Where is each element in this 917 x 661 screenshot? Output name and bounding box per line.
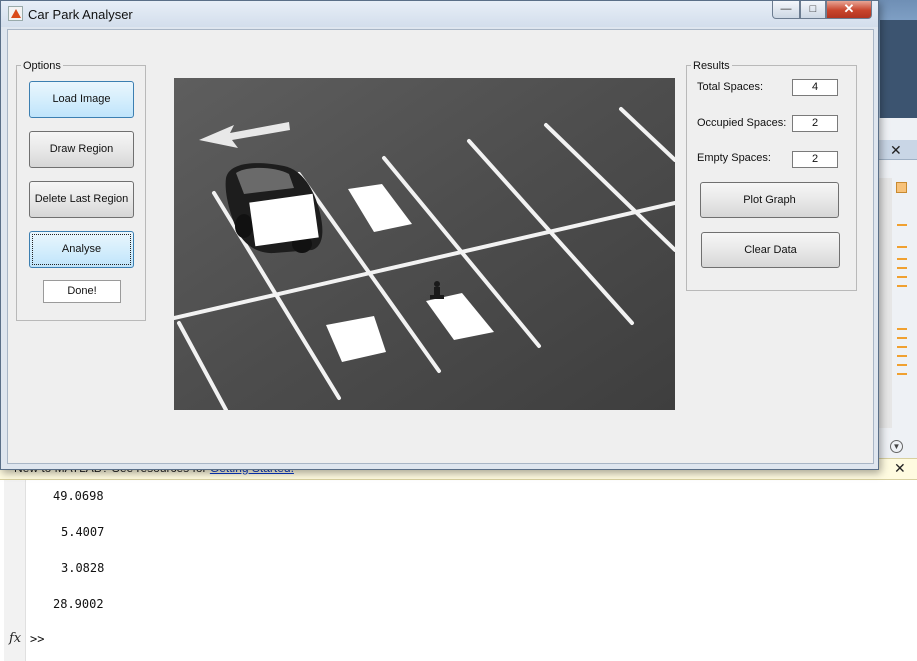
- figure-client-area: Options Load Image Draw Region Delete La…: [7, 29, 874, 464]
- warning-marker: [896, 182, 907, 193]
- output-line: 49.0698: [53, 489, 104, 503]
- window-title: Car Park Analyser: [28, 7, 133, 22]
- title-bar[interactable]: Car Park Analyser — □ ✕: [1, 1, 878, 27]
- draw-region-button[interactable]: Draw Region: [29, 131, 134, 168]
- panel-close-icon[interactable]: ✕: [890, 142, 902, 159]
- clear-data-button[interactable]: Clear Data: [701, 232, 840, 268]
- occupied-spaces-label: Occupied Spaces:: [697, 117, 787, 129]
- marker-tick: [897, 373, 907, 375]
- output-line: 3.0828: [61, 561, 105, 575]
- results-title: Results: [691, 60, 732, 72]
- marker-tick: [897, 267, 907, 269]
- plot-graph-button[interactable]: Plot Graph: [700, 182, 839, 218]
- total-spaces-value: 4: [792, 79, 838, 96]
- marker-tick: [897, 258, 907, 260]
- chevron-down-icon[interactable]: ▼: [890, 440, 903, 453]
- output-line: 28.9002: [53, 597, 104, 611]
- workspace-scrollbar[interactable]: [878, 178, 892, 428]
- car-park-image[interactable]: [174, 78, 675, 410]
- function-browser-icon[interactable]: fx: [9, 631, 21, 646]
- car-park-photo: [174, 78, 675, 410]
- marker-tick: [897, 328, 907, 330]
- marker-tick: [897, 285, 907, 287]
- analyse-button[interactable]: Analyse: [29, 231, 134, 268]
- load-image-button[interactable]: Load Image: [29, 81, 134, 118]
- command-window[interactable]: [0, 480, 917, 661]
- maximize-button[interactable]: □: [800, 1, 826, 19]
- desktop-background-dark: [880, 20, 917, 120]
- marker-tick: [897, 224, 907, 226]
- matlab-logo-icon: [8, 6, 23, 21]
- marker-tick: [897, 355, 907, 357]
- marker-tick: [897, 337, 907, 339]
- options-title: Options: [21, 60, 63, 72]
- marker-tick: [897, 346, 907, 348]
- close-button[interactable]: ✕: [826, 1, 872, 19]
- close-icon[interactable]: ✕: [894, 460, 906, 477]
- total-spaces-label: Total Spaces:: [697, 81, 764, 93]
- command-prompt[interactable]: >>: [30, 632, 44, 646]
- done-status-box: Done!: [43, 280, 121, 303]
- marker-tick: [897, 364, 907, 366]
- occupied-spaces-value: 2: [792, 115, 838, 132]
- empty-spaces-label: Empty Spaces:: [697, 152, 771, 164]
- empty-spaces-value: 2: [792, 151, 838, 168]
- marker-tick: [897, 276, 907, 278]
- marker-tick: [897, 246, 907, 248]
- output-line: 5.4007: [61, 525, 105, 539]
- delete-last-region-button[interactable]: Delete Last Region: [29, 181, 134, 218]
- car-park-analyser-window: Car Park Analyser — □ ✕ Options Load Ima…: [0, 0, 879, 470]
- minimize-button[interactable]: —: [772, 1, 800, 19]
